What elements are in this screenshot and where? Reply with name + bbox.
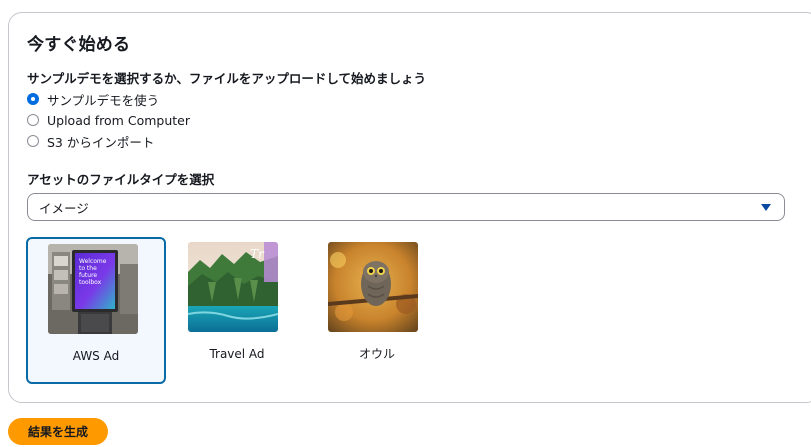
asset-type-label: アセットのファイルタイプを選択 [27,172,215,187]
radio-unchecked-icon[interactable] [27,135,39,147]
panel-title: 今すぐ始める [27,35,131,55]
aws-ad-thumbnail: Welcome to the future toolbox [48,244,138,334]
radio-upload-computer[interactable]: Upload from Computer [27,111,190,129]
sample-label-owl: オウル [358,347,395,361]
radio-sample-demo[interactable]: サンプルデモを使う [27,90,159,108]
radio-label-upload-computer: Upload from Computer [47,112,190,128]
caret-down-icon [761,204,771,211]
asset-type-value: イメージ [39,200,89,216]
travel-ad-thumbnail: Tr [188,242,278,332]
owl-thumbnail [328,242,418,332]
sample-label-travel-ad: Travel Ad [209,347,265,361]
asset-type-select[interactable]: イメージ [27,193,785,221]
generate-results-button[interactable]: 結果を生成 [8,418,108,445]
source-prompt: サンプルデモを選択するか、ファイルをアップロードして始めましょう [27,71,427,86]
radio-import-s3[interactable]: S3 からインポート [27,132,154,150]
sample-label-aws-ad: AWS Ad [72,349,120,363]
get-started-panel: 今すぐ始める サンプルデモを選択するか、ファイルをアップロードして始めましょう … [8,12,811,403]
radio-label-sample-demo: サンプルデモを使う [47,92,160,108]
svg-text:Welcome: Welcome [79,258,107,265]
radio-label-import-s3: S3 からインポート [47,134,155,150]
radio-checked-icon[interactable] [27,93,39,105]
svg-text:toolbox: toolbox [79,279,102,286]
sample-card-aws-ad[interactable]: Welcome to the future toolbox AWS Ad [26,237,166,384]
svg-text:to the: to the [79,265,97,272]
sample-card-travel-ad[interactable]: Tr Travel Ad [167,237,307,384]
radio-unchecked-icon[interactable] [27,114,39,126]
sample-card-owl[interactable]: オウル [307,237,447,384]
svg-text:Tr: Tr [250,247,265,261]
svg-text:future: future [79,272,97,279]
